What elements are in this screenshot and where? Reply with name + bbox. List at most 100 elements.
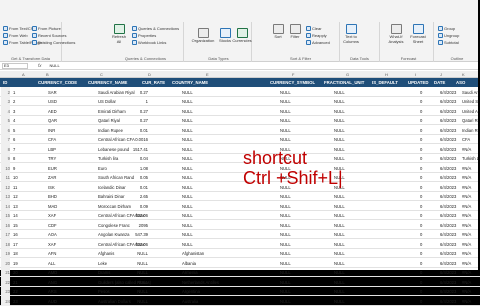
table-row[interactable]: 10 9 EUR Euro 1.08 NULL NULL NULL 0 6/4/2023 #N/A: [0, 163, 480, 173]
table-row[interactable]: 17 16 AOA Angolan Kwanza 547.39 NULL NULL NULL 0…: [0, 229, 480, 239]
table-cell[interactable]: 0: [420, 175, 422, 180]
table-cell[interactable]: NULL: [118, 299, 148, 304]
column-header[interactable]: F: [292, 72, 294, 77]
table-row[interactable]: 21 20 AMD Drams NULL Armenia NULL NULL 0 6/4/2023…: [0, 267, 480, 277]
table-cell[interactable]: NULL: [280, 299, 291, 304]
table-cell[interactable]: Australia: [182, 299, 198, 304]
row-number[interactable]: 24: [1, 296, 10, 306]
row-number[interactable]: 3: [1, 96, 10, 106]
table-cell[interactable]: 19: [13, 261, 18, 266]
header-is-default[interactable]: IS_DEFAULT: [372, 80, 398, 85]
table-cell[interactable]: 6/4/2023: [440, 194, 456, 199]
table-cell[interactable]: 0: [420, 242, 422, 247]
table-cell[interactable]: 0.27: [118, 90, 148, 95]
table-row[interactable]: 24 23 AUD Australian Dollars NULL Australia NU…: [0, 296, 480, 306]
table-row[interactable]: 7 6 CFA Central African CFA 0.0016 NULL NULL NU…: [0, 134, 480, 144]
table-cell[interactable]: AUD: [48, 299, 57, 304]
table-cell[interactable]: 11: [13, 185, 17, 190]
table-cell[interactable]: Netherlands Antilles: [182, 280, 219, 285]
table-cell[interactable]: Argentina: [182, 289, 200, 294]
row-number[interactable]: 14: [1, 201, 10, 211]
refresh-all-button[interactable]: Refresh All: [111, 24, 127, 44]
table-cell[interactable]: 0: [420, 289, 422, 294]
table-cell[interactable]: #N/A: [462, 289, 471, 294]
table-cell[interactable]: NULL: [334, 251, 345, 256]
table-cell[interactable]: #N/A: [462, 175, 471, 180]
table-cell[interactable]: 16: [13, 232, 18, 237]
table-cell[interactable]: AED: [48, 109, 57, 114]
table-cell[interactable]: 6/4/2023: [440, 99, 456, 104]
table-row[interactable]: 2 1 SAR Saudi Arabian Riyal 0.27 NULL NULL NULL…: [0, 87, 480, 97]
table-cell[interactable]: NULL: [182, 128, 193, 133]
column-header[interactable]: H: [385, 72, 388, 77]
table-cell[interactable]: 0: [420, 156, 422, 161]
table-cell[interactable]: #N/A: [462, 280, 471, 285]
table-cell[interactable]: 6/4/2023: [440, 137, 456, 142]
table-cell[interactable]: 6/4/2023: [440, 128, 456, 133]
table-cell[interactable]: 0.01: [118, 185, 148, 190]
table-cell[interactable]: 0: [420, 232, 422, 237]
row-number[interactable]: 11: [1, 172, 10, 182]
reapply-button[interactable]: Reapply: [306, 33, 327, 38]
table-cell[interactable]: 0.09: [118, 204, 148, 209]
table-cell[interactable]: NULL: [280, 280, 291, 285]
row-number[interactable]: 2: [1, 87, 10, 97]
table-cell[interactable]: 0: [420, 128, 422, 133]
table-cell[interactable]: NULL: [182, 109, 193, 114]
table-cell[interactable]: NULL: [280, 289, 291, 294]
row-number[interactable]: 18: [1, 239, 10, 249]
table-cell[interactable]: NULL: [280, 109, 291, 114]
table-cell[interactable]: 6/4/2023: [440, 185, 456, 190]
table-cell[interactable]: 15: [13, 223, 18, 228]
table-row[interactable]: 3 2 USD US Dollar 1 NULL NULL NULL 0 6/4/2023 Unit…: [0, 96, 480, 106]
table-cell[interactable]: NULL: [182, 242, 193, 247]
table-cell[interactable]: #N/A: [462, 270, 471, 275]
table-cell[interactable]: NULL: [334, 270, 345, 275]
table-cell[interactable]: NULL: [280, 270, 291, 275]
table-cell[interactable]: NULL: [118, 270, 148, 275]
table-cell[interactable]: 17: [13, 242, 18, 247]
table-cell[interactable]: ISK: [48, 185, 55, 190]
table-cell[interactable]: NULL: [280, 232, 291, 237]
table-cell[interactable]: NULL: [182, 118, 193, 123]
table-cell[interactable]: 2: [13, 99, 15, 104]
table-cell[interactable]: 0: [420, 90, 422, 95]
table-cell[interactable]: NULL: [118, 261, 148, 266]
table-cell[interactable]: 0: [420, 118, 422, 123]
table-cell[interactable]: Leke: [98, 261, 107, 266]
table-cell[interactable]: 0.05: [118, 175, 148, 180]
row-number[interactable]: 21: [1, 267, 10, 277]
table-cell[interactable]: #N/A: [462, 242, 471, 247]
table-cell[interactable]: XAF: [48, 213, 56, 218]
table-cell[interactable]: NULL: [182, 213, 193, 218]
subtotal-button[interactable]: Subtotal: [438, 40, 459, 45]
table-cell[interactable]: Armenia: [182, 270, 198, 275]
header-date[interactable]: DATE: [434, 80, 445, 85]
table-cell[interactable]: 6: [13, 137, 15, 142]
column-header[interactable]: G: [346, 72, 349, 77]
header-id[interactable]: ID: [3, 80, 7, 85]
table-cell[interactable]: NULL: [118, 289, 148, 294]
table-cell[interactable]: NULL: [182, 147, 193, 152]
row-number[interactable]: 19: [1, 248, 10, 258]
table-cell[interactable]: NULL: [334, 128, 345, 133]
table-cell[interactable]: US Dollar: [98, 99, 116, 104]
table-cell[interactable]: QAR: [48, 118, 57, 123]
row-number[interactable]: 17: [1, 229, 10, 239]
table-cell[interactable]: NULL: [182, 99, 193, 104]
table-cell[interactable]: 7: [13, 147, 15, 152]
column-header[interactable]: E: [206, 72, 209, 77]
table-cell[interactable]: 0.27: [118, 118, 148, 123]
table-cell[interactable]: 0.0016: [118, 137, 148, 142]
table-row[interactable]: 4 3 AED Emirati Dirham 0.27 NULL NULL NULL 0 6/4/…: [0, 106, 480, 116]
table-cell[interactable]: NULL: [334, 137, 345, 142]
table-cell[interactable]: 0: [420, 223, 422, 228]
table-cell[interactable]: 22: [13, 289, 18, 294]
table-cell[interactable]: #N/A: [462, 261, 471, 266]
header-currency-code[interactable]: CURRENCY_CODE: [38, 80, 77, 85]
row-number[interactable]: 20: [1, 258, 10, 268]
table-row[interactable]: 14 13 MAD Moroccan Dirham 0.09 NULL NULL NULL 0 6…: [0, 201, 480, 211]
table-cell[interactable]: 6/4/2023: [440, 223, 456, 228]
table-cell[interactable]: 6/4/2023: [440, 166, 456, 171]
table-cell[interactable]: 632.06: [118, 242, 148, 247]
